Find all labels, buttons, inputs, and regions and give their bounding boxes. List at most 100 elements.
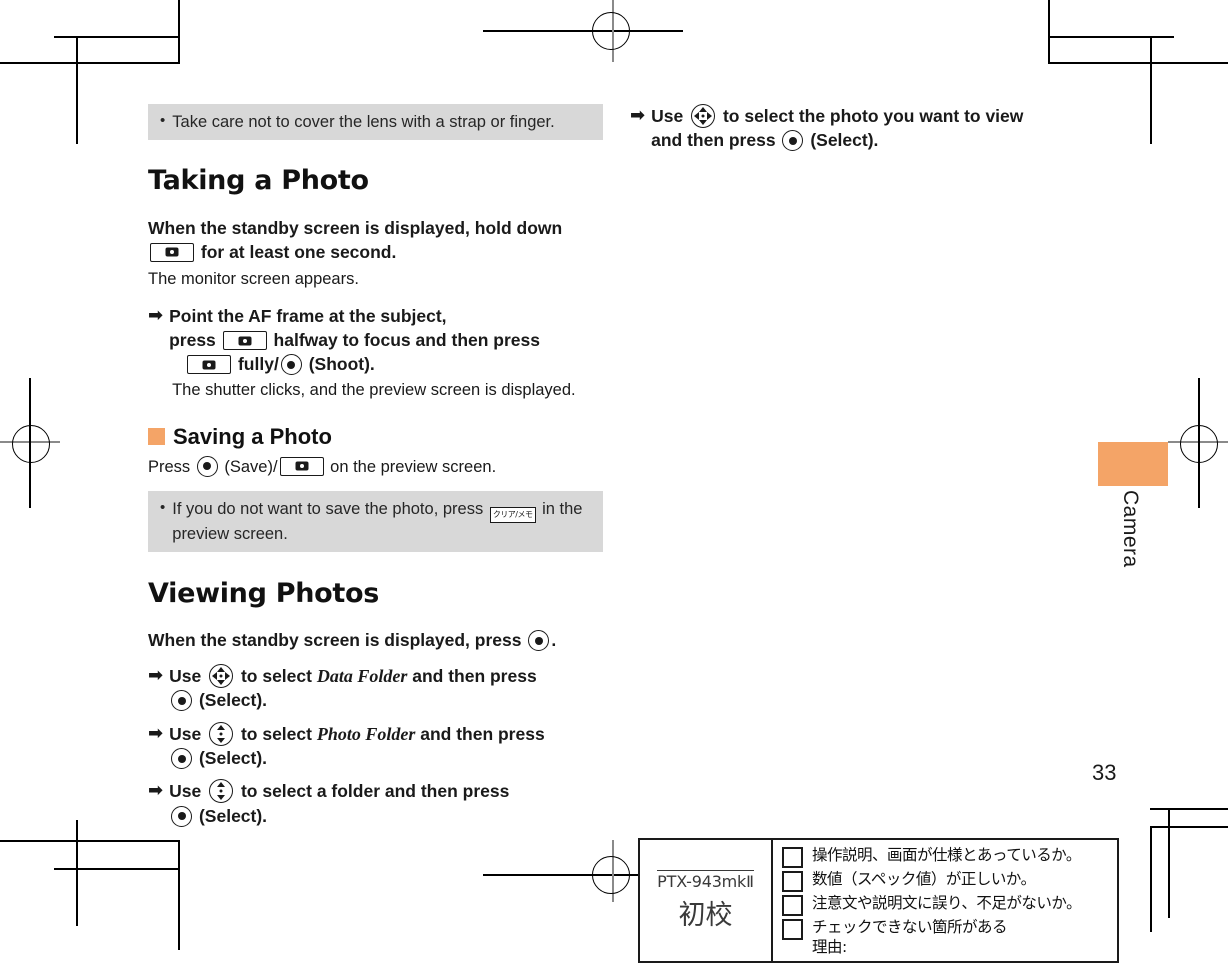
step-pre: Use (651, 106, 684, 126)
checklist-item[interactable]: 数値（スペック値）が正しいか。 (782, 869, 1111, 892)
chapter-thumb-tab (1098, 442, 1168, 486)
checklist-label: 数値（スペック値）が正しいか。 (812, 870, 1036, 888)
arrow-icon: ➡ (148, 780, 164, 801)
select-key-icon (171, 748, 193, 770)
up-down-navigation-key-icon (209, 779, 234, 804)
step-select-photo-folder: ➡ Use to select Photo Folder and then pr… (148, 721, 603, 771)
step-line-2b: halfway to focus and then press (273, 330, 540, 351)
section-heading-taking-a-photo: Taking a Photo (148, 165, 603, 196)
subsection-heading-saving-a-photo: Saving a Photo (148, 424, 603, 450)
arrow-icon: ➡ (630, 105, 646, 125)
save-text-b: (Save)/ (224, 457, 278, 476)
note-discard-photo: • If you do not want to save the photo, … (148, 491, 603, 553)
result-monitor-screen: The monitor screen appears. (148, 269, 359, 288)
select-key-icon (171, 690, 193, 712)
step-body: Use to select Photo Folder and then pres… (169, 721, 603, 771)
select-key-icon (280, 354, 302, 376)
orange-square-icon (148, 428, 165, 446)
checklist-item[interactable]: 注意文や説明文に誤り、不足がないか。 (782, 893, 1111, 916)
save-text-c: on the preview screen. (330, 457, 497, 476)
arrow-icon: ➡ (148, 722, 164, 743)
step-tail: (Select). (198, 748, 268, 769)
checkbox-icon[interactable] (782, 919, 803, 940)
step-result: The shutter clicks, and the preview scre… (172, 381, 576, 400)
lead-text-b: . (551, 630, 557, 651)
arrow-icon: ➡ (148, 305, 164, 326)
proof-checklist: 操作説明、画面が仕様とあっているか。 数値（スペック値）が正しいか。 注意文や説… (773, 840, 1117, 961)
checklist-item[interactable]: 操作説明、画面が仕様とあっているか。 (782, 845, 1111, 868)
checkbox-icon[interactable] (782, 871, 803, 892)
step-body: Point the AF frame at the subject, press… (169, 304, 603, 402)
lead-viewing-photos: When the standby screen is displayed, pr… (148, 629, 603, 652)
note-text: Take care not to cover the lens with a s… (172, 113, 555, 131)
camera-key-icon (222, 331, 267, 351)
step-select-photo-to-view: ➡ Use to select the photo you want to vi… (630, 104, 1090, 152)
reason-label: 理由: (812, 938, 847, 957)
manual-page: • Take care not to cover the lens with a… (0, 0, 1228, 965)
page-number: 33 (1092, 760, 1117, 785)
chapter-thumb-tab-label: Camera (1119, 490, 1142, 568)
step-post: and then press (412, 665, 537, 686)
step-line-1: Point the AF frame at the subject, (169, 306, 447, 327)
four-way-navigation-key-icon (209, 663, 234, 688)
checklist-item[interactable]: チェックできない箇所がある 理由: (782, 917, 1111, 958)
step-select-folder: ➡ Use to select a folder and then press … (148, 779, 603, 827)
step-tail: (Select). (198, 805, 268, 826)
checklist-label-with-reason: チェックできない箇所がある 理由: (812, 917, 1008, 958)
proof-stamp-box: PTX-943mkⅡ 初校 操作説明、画面が仕様とあっているか。 数値（スペック… (638, 838, 1119, 963)
step-mid: to select a folder and then press (240, 781, 510, 802)
four-way-navigation-key-icon (691, 104, 716, 128)
proof-stamp-identity: PTX-943mkⅡ 初校 (640, 840, 773, 961)
camera-key-icon (187, 355, 232, 375)
save-instruction: Press (Save)/ on the preview screen. (148, 455, 603, 478)
checkbox-icon[interactable] (782, 847, 803, 868)
proof-stamp-stage: 初校 (678, 899, 733, 931)
note-lens-care: • Take care not to cover the lens with a… (148, 104, 603, 141)
heading-text: Taking a Photo (148, 165, 369, 197)
bullet-icon: • (160, 499, 166, 517)
checkbox-icon[interactable] (782, 895, 803, 916)
save-text-a: Press (148, 457, 191, 476)
select-key-icon (171, 805, 193, 827)
subheading-text: Saving a Photo (173, 423, 332, 449)
step-italic-label: Data Folder (316, 665, 408, 686)
up-down-navigation-key-icon (209, 721, 234, 746)
select-key-icon (196, 455, 218, 477)
step-select-data-folder: ➡ Use to select Data Folder and then pre… (148, 663, 603, 713)
lead-text-a: When the standby screen is displayed, ho… (148, 218, 563, 239)
step-pre: Use (169, 781, 202, 802)
step-line-3b: (Shoot). (308, 354, 375, 375)
step-mid: to select (240, 665, 312, 686)
lead-text-a: When the standby screen is displayed, pr… (148, 630, 522, 651)
step-line-3a: fully/ (237, 354, 279, 375)
checklist-label: 操作説明、画面が仕様とあっているか。 (812, 846, 1081, 864)
checklist-label: 注意文や説明文に誤り、不足がないか。 (812, 894, 1082, 912)
bullet-icon: • (160, 112, 166, 129)
section-heading-viewing-photos: Viewing Photos (148, 578, 603, 609)
note-text: If you do not want to save the photo, pr… (172, 498, 593, 545)
note-text-a: If you do not want to save the photo, pr… (172, 500, 484, 519)
camera-key-icon (150, 242, 194, 262)
step-italic-label: Photo Folder (316, 723, 416, 744)
camera-key-icon (279, 456, 324, 476)
step-line-2a: and then press (651, 130, 776, 151)
step-body: Use to select a folder and then press (S… (169, 779, 603, 827)
heading-text: Viewing Photos (148, 578, 380, 610)
left-column: • Take care not to cover the lens with a… (148, 104, 603, 828)
step-line-2b: (Select). (810, 130, 879, 151)
select-key-icon (782, 130, 804, 152)
clear-memo-key-icon: クリア/メモ (489, 507, 536, 524)
step-point-af-frame: ➡ Point the AF frame at the subject, pre… (148, 304, 603, 402)
select-key-icon (528, 630, 550, 652)
step-line-2a: press (169, 330, 216, 351)
step-tail: (Select). (198, 690, 268, 711)
arrow-icon: ➡ (148, 664, 164, 685)
step-pre: Use (169, 665, 202, 686)
checklist-label: チェックできない箇所がある (812, 918, 1008, 936)
proof-stamp-code: PTX-943mkⅡ (657, 869, 754, 891)
step-pre: Use (169, 723, 202, 744)
step-body: Use to select Data Folder and then press… (169, 663, 603, 713)
step-post: and then press (420, 723, 545, 744)
step-mid: to select the photo you want to view (722, 106, 1024, 126)
right-column: ➡ Use to select the photo you want to vi… (630, 104, 1090, 152)
